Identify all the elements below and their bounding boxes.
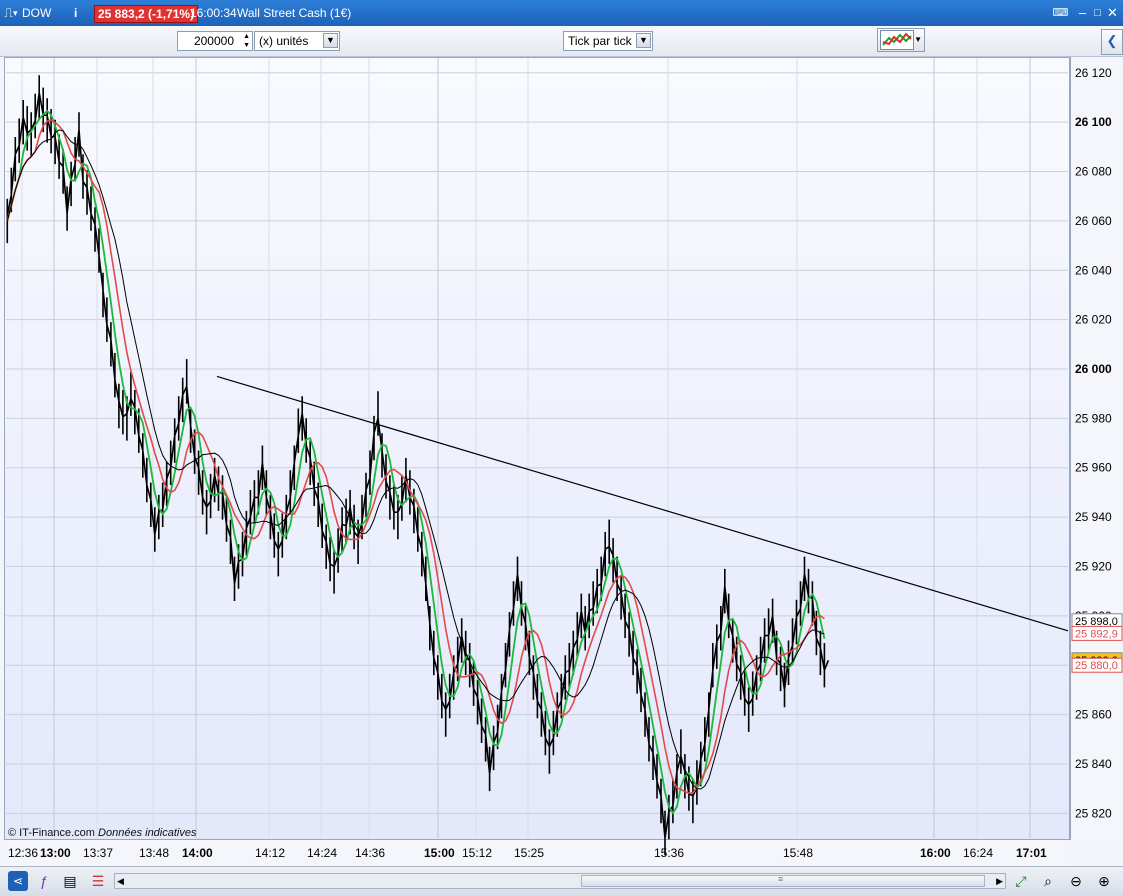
- y-tick-label: 26 000: [1075, 362, 1112, 376]
- x-tick-label: 13:48: [139, 846, 169, 860]
- y-tick-label: 25 980: [1075, 411, 1112, 425]
- x-tick-label: 13:37: [83, 846, 113, 860]
- ma-fast-line: [6, 109, 826, 815]
- zoom-out-icon[interactable]: ⊖: [1066, 871, 1086, 891]
- y-tick-label: 26 020: [1075, 313, 1112, 327]
- y-tick-label: 26 100: [1075, 115, 1112, 129]
- auto-scale-icon[interactable]: ⤢: [1011, 871, 1031, 891]
- tick-price-series: [6, 75, 830, 856]
- x-tick-label: 14:36: [355, 846, 385, 860]
- x-tick-label: 15:00: [424, 846, 455, 860]
- y-tick-label: 25 840: [1075, 757, 1112, 771]
- scroll-left-icon[interactable]: ◀: [117, 874, 124, 888]
- x-tick-label: 14:24: [307, 846, 337, 860]
- grip-icon: ≡: [778, 874, 784, 884]
- chart-svg: 25 82025 84025 86025 88025 90025 92025 9…: [6, 58, 1123, 860]
- status-bar: ⋖ ƒ ▤ ☰ ◀ ≡ ▶ ⤢ ⌕ ⊖ ⊕: [0, 866, 1123, 896]
- y-tick-label: 25 920: [1075, 559, 1112, 573]
- scroll-right-icon[interactable]: ▶: [996, 874, 1003, 888]
- x-tick-label: 12:36: [8, 846, 38, 860]
- y-tick-label: 26 120: [1075, 66, 1112, 80]
- data-table-icon[interactable]: ▤: [60, 871, 80, 891]
- copyright-text: © IT-Finance.com: [8, 827, 95, 839]
- x-tick-label: 15:36: [654, 846, 684, 860]
- scrollbar-thumb[interactable]: ≡: [581, 874, 985, 887]
- copyright-notice: © IT-Finance.com Données indicatives: [8, 827, 196, 839]
- y-tick-label: 26 040: [1075, 263, 1112, 277]
- price-marker: 25 898,0: [1071, 613, 1123, 629]
- zoom-in-icon[interactable]: ⊕: [1094, 871, 1114, 891]
- zoom-selection-icon[interactable]: ⌕: [1038, 871, 1058, 891]
- x-tick-label: 15:25: [514, 846, 544, 860]
- price-marker: 25 880,0: [1071, 657, 1123, 673]
- share-icon[interactable]: ⋖: [8, 871, 28, 891]
- y-tick-label: 26 060: [1075, 214, 1112, 228]
- y-tick-label: 25 860: [1075, 708, 1112, 722]
- x-tick-label: 15:12: [462, 846, 492, 860]
- y-tick-label: 25 960: [1075, 461, 1112, 475]
- y-tick-label: 26 080: [1075, 165, 1112, 179]
- x-tick-label: 15:48: [783, 846, 813, 860]
- drawing-tools-icon[interactable]: ƒ: [34, 871, 54, 891]
- x-tick-label: 14:00: [182, 846, 213, 860]
- y-tick-label: 25 820: [1075, 806, 1112, 820]
- x-tick-label: 16:00: [920, 846, 951, 860]
- y-tick-label: 25 940: [1075, 510, 1112, 524]
- trend-line: [216, 375, 1069, 632]
- ma-slow-line: [6, 129, 825, 790]
- disclaimer-text: Données indicatives: [98, 827, 197, 839]
- price-marker-label: 25 892,9: [1075, 628, 1118, 640]
- order-book-icon[interactable]: ☰: [88, 871, 108, 891]
- x-tick-label: 13:00: [40, 846, 71, 860]
- price-marker-label: 25 880,0: [1075, 660, 1118, 672]
- x-tick-label: 14:12: [255, 846, 285, 860]
- price-marker: 25 892,9: [1071, 625, 1123, 641]
- x-tick-label: 17:01: [1016, 846, 1047, 860]
- horizontal-scrollbar[interactable]: ◀ ≡ ▶: [114, 873, 1006, 889]
- x-tick-label: 16:24: [963, 846, 993, 860]
